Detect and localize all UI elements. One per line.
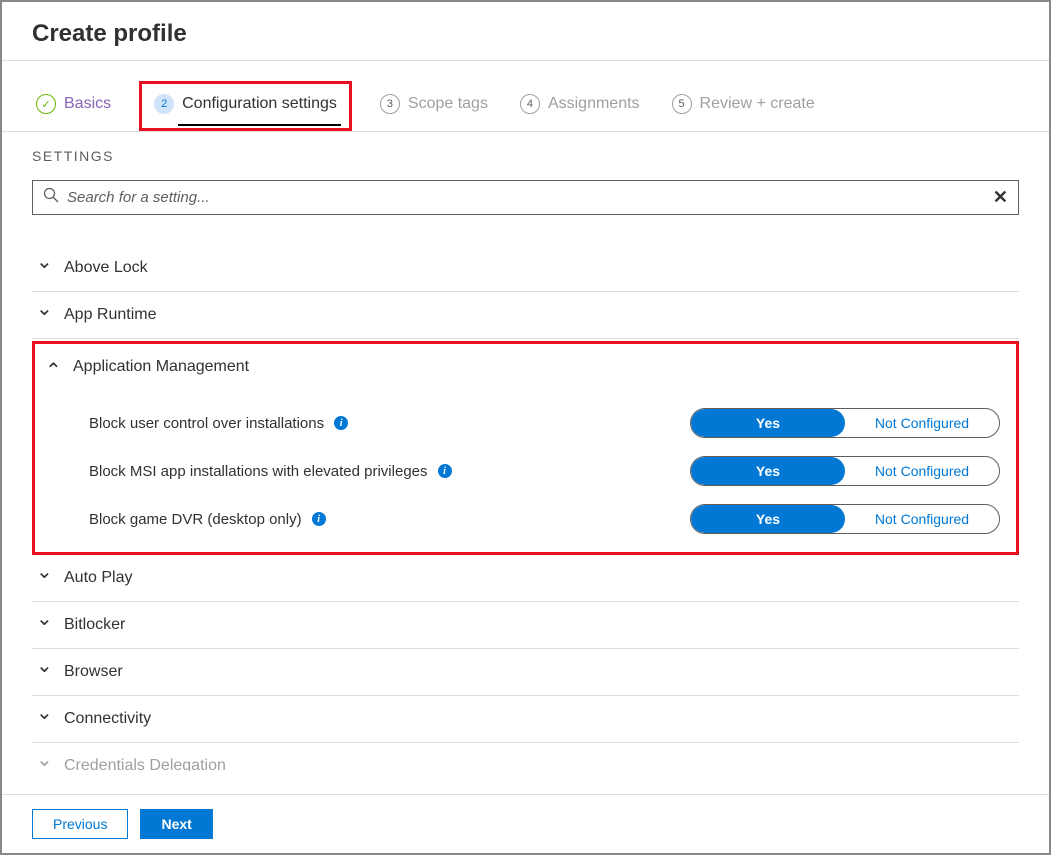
tab-scope-tags[interactable]: 3 Scope tags <box>376 86 492 126</box>
tab-basics[interactable]: ✓ Basics <box>32 86 115 126</box>
tab-configuration-settings[interactable]: 2 Configuration settings <box>150 86 341 126</box>
previous-button[interactable]: Previous <box>32 809 128 839</box>
tab-label: Assignments <box>548 95 640 113</box>
setting-label: Block game DVR (desktop only) <box>89 511 302 528</box>
chevron-down-icon <box>36 663 50 681</box>
section-heading: SETTINGS <box>32 148 1019 164</box>
info-icon[interactable]: i <box>438 464 452 478</box>
category-above-lock[interactable]: Above Lock <box>32 245 1019 292</box>
toggle-block-user-control[interactable]: Yes Not Configured <box>690 408 1000 438</box>
footer: Previous Next <box>2 794 1049 853</box>
toggle-option-not-configured[interactable]: Not Configured <box>845 505 999 533</box>
chevron-down-icon <box>36 757 50 771</box>
close-icon[interactable]: ✕ <box>993 187 1008 208</box>
tab-label: Configuration settings <box>182 95 337 113</box>
next-button[interactable]: Next <box>140 809 212 839</box>
setting-block-user-control: Block user control over installations i … <box>41 390 1010 438</box>
category-label: Credentials Delegation <box>64 757 226 771</box>
chevron-down-icon <box>36 306 50 324</box>
search-input[interactable] <box>67 189 993 206</box>
tab-label: Review + create <box>700 95 815 113</box>
chevron-down-icon <box>36 616 50 634</box>
step-badge: 3 <box>380 94 400 114</box>
wizard-tabs: ✓ Basics 2 Configuration settings 3 Scop… <box>2 61 1049 132</box>
chevron-down-icon <box>36 710 50 728</box>
category-application-management[interactable]: Application Management <box>41 344 1010 390</box>
chevron-down-icon <box>36 259 50 277</box>
category-credentials-delegation[interactable]: Credentials Delegation <box>32 743 1019 771</box>
category-label: Auto Play <box>64 569 132 587</box>
setting-label: Block MSI app installations with elevate… <box>89 463 428 480</box>
category-label: Above Lock <box>64 259 148 277</box>
category-label: Connectivity <box>64 710 151 728</box>
toggle-option-yes[interactable]: Yes <box>691 505 845 533</box>
checkmark-icon: ✓ <box>36 94 56 114</box>
content-area: SETTINGS ✕ Above Lock App Runtime Applic… <box>2 132 1049 777</box>
toggle-option-yes[interactable]: Yes <box>691 457 845 485</box>
annotation-highlight: 2 Configuration settings <box>139 81 352 131</box>
category-auto-play[interactable]: Auto Play <box>32 555 1019 602</box>
annotation-highlight: Application Management Block user contro… <box>32 341 1019 555</box>
category-label: Bitlocker <box>64 616 125 634</box>
step-badge: 4 <box>520 94 540 114</box>
tab-label: Basics <box>64 95 111 113</box>
step-badge: 2 <box>154 94 174 114</box>
category-label: Browser <box>64 663 123 681</box>
category-label: Application Management <box>73 358 249 376</box>
info-icon[interactable]: i <box>334 416 348 430</box>
toggle-block-game-dvr[interactable]: Yes Not Configured <box>690 504 1000 534</box>
page-title: Create profile <box>2 2 1049 61</box>
category-app-runtime[interactable]: App Runtime <box>32 292 1019 339</box>
category-connectivity[interactable]: Connectivity <box>32 696 1019 743</box>
tab-review-create[interactable]: 5 Review + create <box>668 86 819 126</box>
category-bitlocker[interactable]: Bitlocker <box>32 602 1019 649</box>
category-label: App Runtime <box>64 306 157 324</box>
info-icon[interactable]: i <box>312 512 326 526</box>
toggle-option-not-configured[interactable]: Not Configured <box>845 409 999 437</box>
setting-label: Block user control over installations <box>89 415 324 432</box>
setting-block-game-dvr: Block game DVR (desktop only) i Yes Not … <box>41 486 1010 534</box>
toggle-block-msi[interactable]: Yes Not Configured <box>690 456 1000 486</box>
setting-block-msi: Block MSI app installations with elevate… <box>41 438 1010 486</box>
search-container: ✕ <box>32 180 1019 215</box>
tab-label: Scope tags <box>408 95 488 113</box>
tab-assignments[interactable]: 4 Assignments <box>516 86 644 126</box>
search-icon <box>43 187 59 208</box>
chevron-up-icon <box>45 358 59 376</box>
chevron-down-icon <box>36 569 50 587</box>
step-badge: 5 <box>672 94 692 114</box>
toggle-option-yes[interactable]: Yes <box>691 409 845 437</box>
category-browser[interactable]: Browser <box>32 649 1019 696</box>
toggle-option-not-configured[interactable]: Not Configured <box>845 457 999 485</box>
